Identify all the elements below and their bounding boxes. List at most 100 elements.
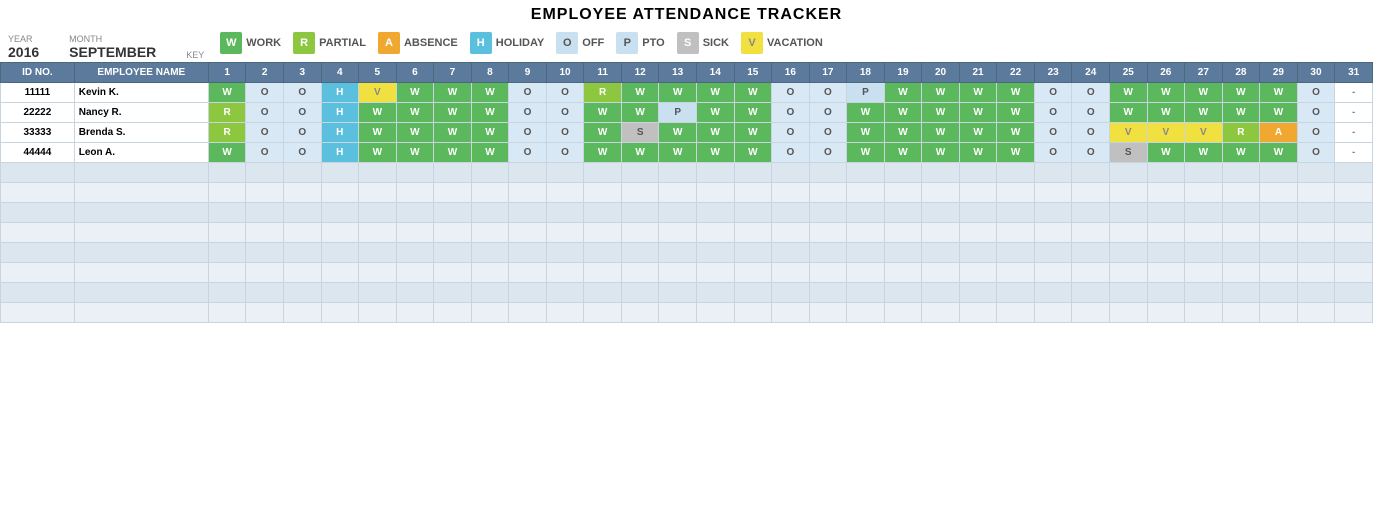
col-day-23: 23 [1034, 63, 1072, 83]
day-cell: O [772, 83, 810, 103]
day-cell: W [471, 143, 509, 163]
employee-name: Brenda S. [74, 123, 208, 143]
day-cell: W [1185, 83, 1223, 103]
day-cell: W [434, 83, 472, 103]
empty-cell [1109, 283, 1147, 303]
empty-cell [546, 263, 584, 283]
empty-cell [246, 303, 284, 323]
empty-cell [922, 243, 960, 263]
empty-cell [659, 283, 697, 303]
empty-cell [1072, 243, 1110, 263]
col-day-4: 4 [321, 63, 359, 83]
day-cell: - [1335, 123, 1373, 143]
employee-name: Leon A. [74, 143, 208, 163]
table-row: 11111Kevin K.WOOHVWWWOORWWWWOOPWWWWOOWWW… [1, 83, 1373, 103]
key-text-r: PARTIAL [319, 37, 366, 49]
empty-cell [621, 203, 659, 223]
day-cell: O [546, 123, 584, 143]
day-cell: W [659, 83, 697, 103]
day-cell: W [1147, 143, 1185, 163]
col-day-30: 30 [1297, 63, 1335, 83]
empty-cell [696, 303, 734, 323]
col-day-6: 6 [396, 63, 434, 83]
day-cell: W [434, 123, 472, 143]
empty-cell [208, 203, 246, 223]
day-cell: O [246, 83, 284, 103]
empty-cell [809, 303, 847, 323]
empty-cell [471, 183, 509, 203]
empty-cell [997, 223, 1035, 243]
empty-cell [1, 223, 75, 243]
day-cell: O [1034, 143, 1072, 163]
empty-cell [847, 183, 885, 203]
empty-cell [246, 283, 284, 303]
empty-cell [884, 283, 922, 303]
empty-cell [847, 283, 885, 303]
col-id: ID NO. [1, 63, 75, 83]
col-day-3: 3 [283, 63, 321, 83]
empty-cell [584, 203, 622, 223]
key-text-s: SICK [703, 37, 729, 49]
empty-cell [1034, 303, 1072, 323]
empty-cell [1335, 283, 1373, 303]
day-cell: O [1297, 143, 1335, 163]
day-cell: W [847, 143, 885, 163]
col-day-17: 17 [809, 63, 847, 83]
empty-cell [847, 203, 885, 223]
day-cell: W [396, 143, 434, 163]
key-item-s: SSICK [677, 32, 729, 54]
col-day-16: 16 [772, 63, 810, 83]
day-cell: O [509, 103, 547, 123]
empty-cell [734, 303, 772, 323]
day-cell: O [546, 103, 584, 123]
empty-cell [434, 223, 472, 243]
empty-cell [696, 283, 734, 303]
key-text-o: OFF [582, 37, 604, 49]
empty-cell [359, 263, 397, 283]
empty-cell [1147, 203, 1185, 223]
empty-cell [283, 223, 321, 243]
empty-cell [696, 163, 734, 183]
empty-cell [847, 243, 885, 263]
empty-cell [884, 303, 922, 323]
day-cell: S [621, 123, 659, 143]
col-day-31: 31 [1335, 63, 1373, 83]
empty-cell [959, 303, 997, 323]
empty-cell [1335, 163, 1373, 183]
empty-cell [396, 303, 434, 323]
empty-cell [959, 223, 997, 243]
empty-cell [546, 243, 584, 263]
empty-cell [509, 243, 547, 263]
key-text-p: PTO [642, 37, 664, 49]
empty-cell [1222, 303, 1260, 323]
empty-cell [1072, 263, 1110, 283]
day-cell: O [246, 143, 284, 163]
empty-cell [734, 163, 772, 183]
empty-cell [74, 163, 208, 183]
empty-row [1, 263, 1373, 283]
day-cell: W [359, 143, 397, 163]
empty-cell [847, 223, 885, 243]
col-day-18: 18 [847, 63, 885, 83]
day-cell: W [1109, 103, 1147, 123]
col-day-20: 20 [922, 63, 960, 83]
empty-cell [1185, 263, 1223, 283]
empty-cell [321, 303, 359, 323]
empty-cell [1297, 183, 1335, 203]
empty-cell [1222, 263, 1260, 283]
day-cell: W [1147, 103, 1185, 123]
day-cell: - [1335, 143, 1373, 163]
empty-cell [1034, 183, 1072, 203]
empty-cell [922, 283, 960, 303]
empty-cell [246, 163, 284, 183]
day-cell: W [1222, 103, 1260, 123]
empty-cell [74, 243, 208, 263]
empty-cell [1109, 303, 1147, 323]
day-cell: W [1260, 103, 1298, 123]
empty-cell [1109, 163, 1147, 183]
col-day-13: 13 [659, 63, 697, 83]
empty-cell [772, 183, 810, 203]
empty-cell [509, 183, 547, 203]
empty-cell [1335, 263, 1373, 283]
empty-cell [208, 303, 246, 323]
